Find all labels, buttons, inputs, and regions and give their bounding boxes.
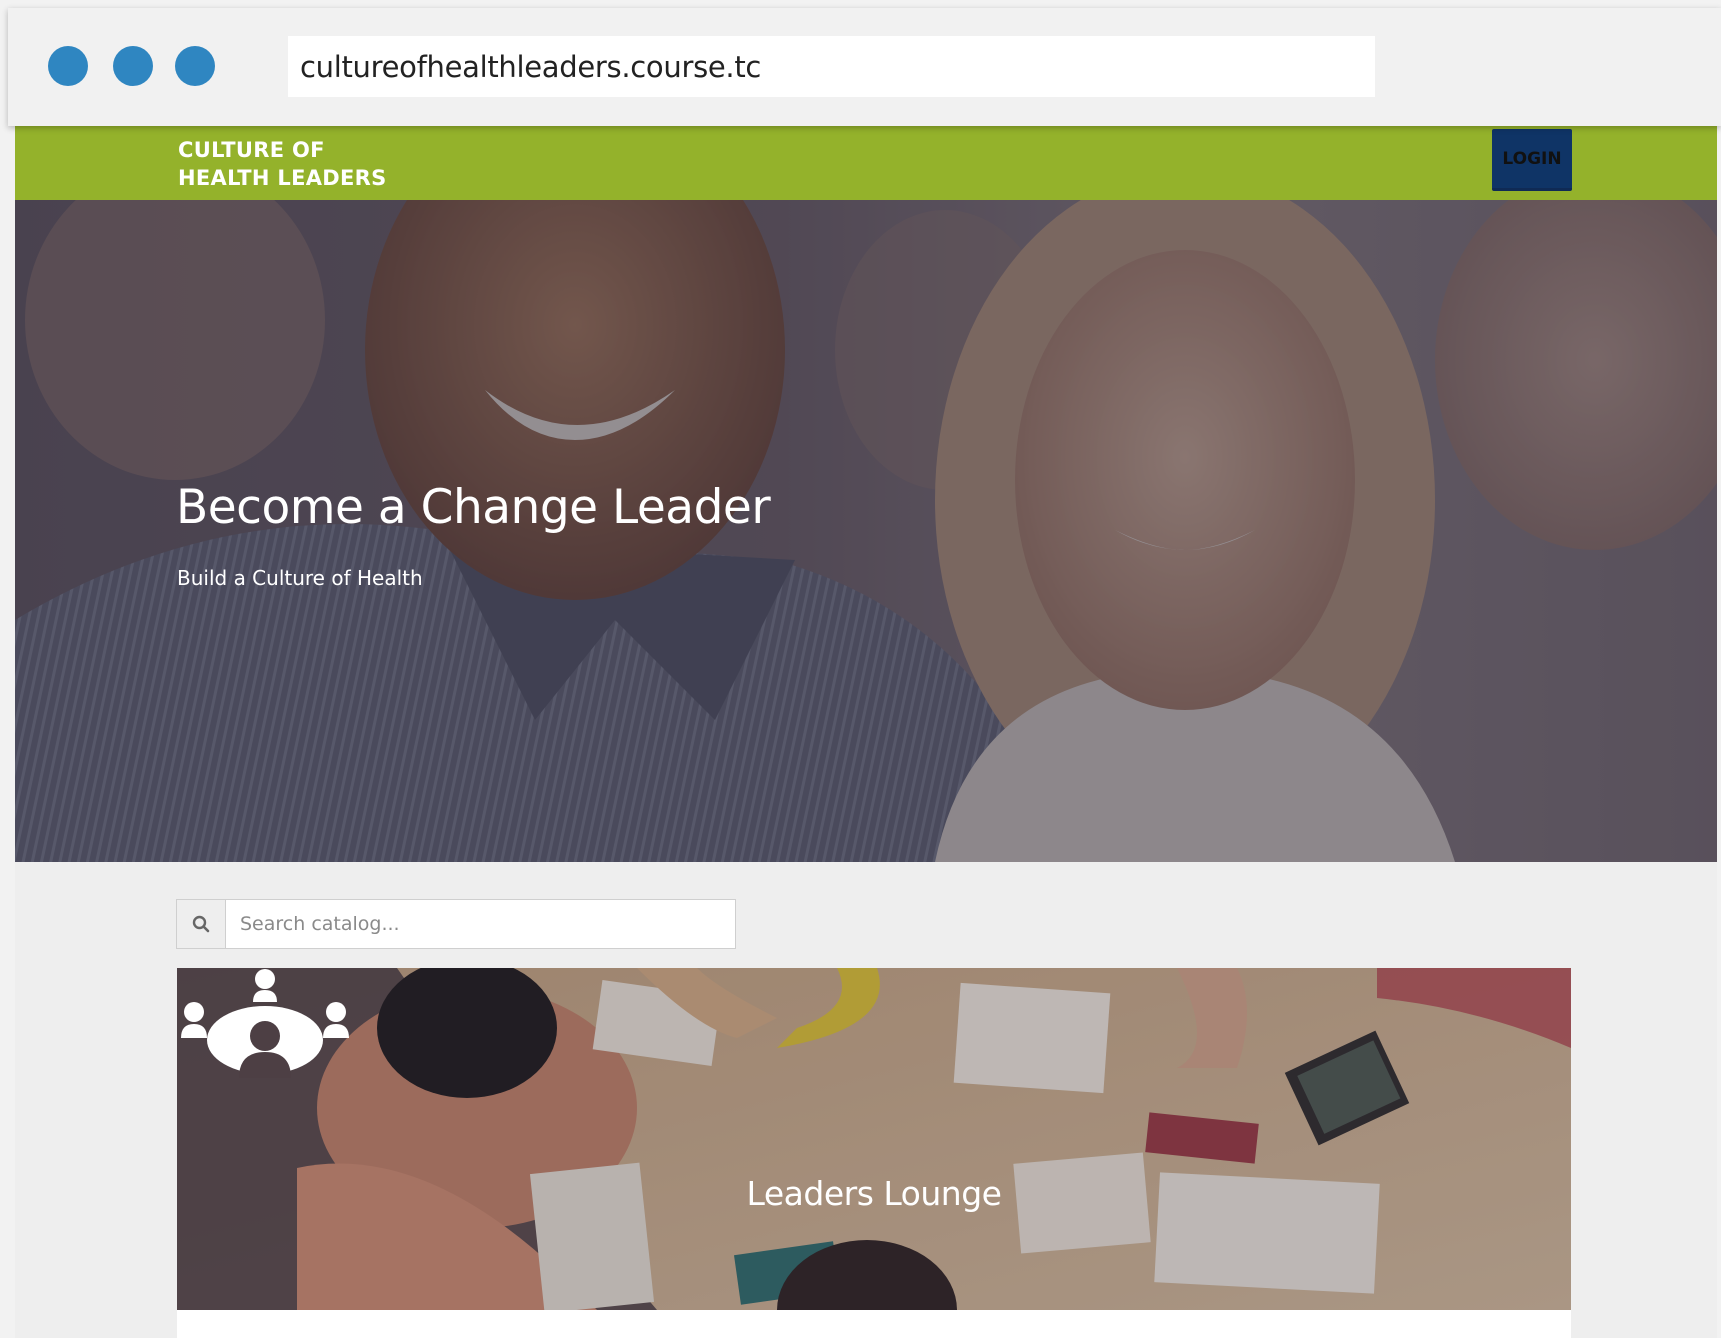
search-icon [192,915,210,933]
card-banner-link[interactable]: Leaders Lounge [177,968,1571,1310]
site-viewport: CULTURE OF HEALTH LEADERS LOGIN Become a… [15,126,1717,1338]
address-bar[interactable]: cultureofhealthleaders.course.tc [288,36,1375,97]
login-button[interactable]: LOGIN [1492,129,1572,191]
address-bar-url: cultureofhealthleaders.course.tc [300,49,762,84]
hero-banner: Become a Change Leader Build a Culture o… [15,200,1717,862]
browser-chrome: cultureofhealthleaders.course.tc [8,8,1721,126]
catalog-card: Leaders Lounge [177,968,1571,1338]
window-minimize-dot[interactable] [113,46,153,86]
people-group-icon [181,969,349,1078]
site-header: CULTURE OF HEALTH LEADERS LOGIN [15,126,1717,200]
window-close-dot[interactable] [48,46,88,86]
logo-line-1: CULTURE OF [178,138,325,162]
card-overlay [177,968,1571,1310]
catalog-search [176,899,736,949]
card-title: Leaders Lounge [746,1174,1002,1213]
hero-subtitle: Build a Culture of Health [177,566,423,590]
site-logo[interactable]: CULTURE OF HEALTH LEADERS [178,136,387,192]
window-maximize-dot[interactable] [175,46,215,86]
hero-title: Become a Change Leader [176,480,771,535]
logo-line-2: HEALTH LEADERS [178,166,387,190]
search-addon [177,900,226,948]
search-input[interactable] [226,900,735,948]
